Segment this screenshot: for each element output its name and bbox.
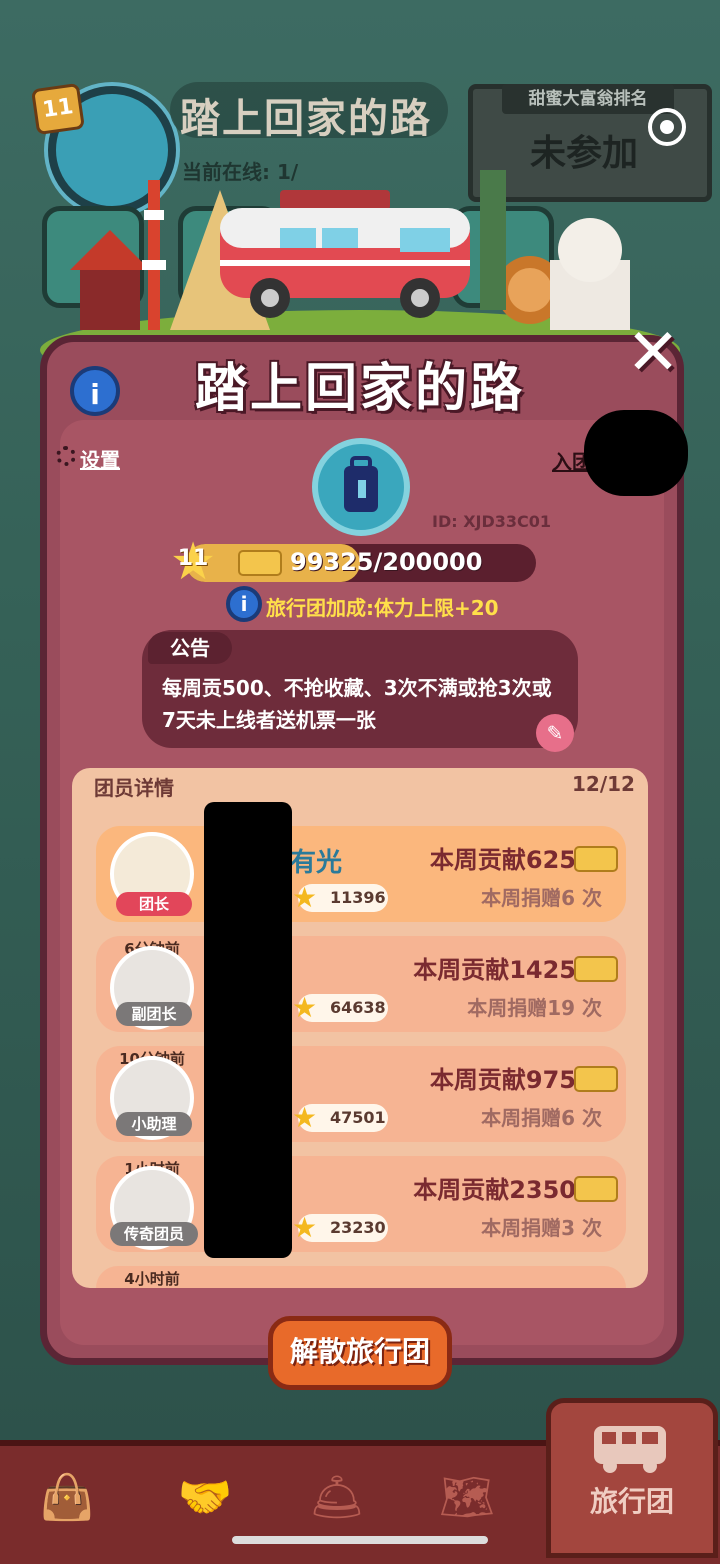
member-contribution: 本周贡献625: [429, 846, 576, 874]
bg-team-title: 踏上回家的路: [180, 96, 432, 142]
team-avatar: [312, 438, 410, 536]
info-icon[interactable]: i: [70, 366, 120, 416]
member-name: 有光: [290, 848, 343, 878]
member-donations: 本周捐赠3 次: [481, 1216, 602, 1240]
team-id: ID: XJD33C01: [432, 512, 552, 531]
service-bell-icon[interactable]: 🛎: [290, 1458, 384, 1538]
gear-icon[interactable]: [56, 446, 76, 466]
notice-text: 每周贡500、不抢收藏、3次不满或抢3次或7天未上线者送机票一张: [162, 676, 552, 732]
bag-icon[interactable]: 👜: [20, 1458, 114, 1538]
member-contribution: 本周贡献1425: [413, 956, 576, 984]
map-icon[interactable]: 🗺: [420, 1458, 514, 1538]
plane-ticket-icon: [574, 846, 618, 872]
star-icon: ★: [292, 991, 318, 1024]
members-header: 团员详情: [94, 776, 174, 800]
home-indicator[interactable]: [232, 1536, 488, 1544]
nav-label-travel-group: 旅行团: [589, 1485, 674, 1518]
member-donations: 本周捐赠6 次: [481, 886, 602, 910]
close-icon[interactable]: ✕: [620, 320, 686, 386]
plane-ticket-icon: [238, 550, 282, 576]
member-role: 小助理: [116, 1112, 192, 1136]
xp-text: 99325/200000: [290, 548, 483, 576]
plane-ticket-icon: [574, 1066, 618, 1092]
handshake-icon[interactable]: 🤝: [158, 1458, 252, 1538]
member-role: 副团长: [116, 1002, 192, 1026]
ranking-tag: 甜蜜大富翁排名: [502, 84, 674, 114]
members-count: 12/12: [572, 772, 635, 796]
notice-tag: 公告: [148, 632, 232, 664]
camper-van-illustration: [220, 190, 470, 318]
team-level: 11: [177, 546, 209, 571]
team-bonus: 旅行团加成:体力上限+20: [266, 596, 499, 620]
plane-ticket-icon: [574, 956, 618, 982]
star-icon: ★: [292, 1211, 318, 1244]
plane-ticket-icon: [574, 1176, 618, 1202]
redaction-mark: [584, 410, 688, 496]
member-role: 传奇团员: [110, 1222, 198, 1246]
member-contribution: 本周贡献2350: [413, 1176, 576, 1204]
bus-icon: [594, 1426, 666, 1473]
dissolve-team-button[interactable]: 解散旅行团: [268, 1316, 452, 1390]
member-last-online: 4小时前: [124, 1270, 180, 1288]
member-contribution: 本周贡献975: [429, 1066, 576, 1094]
member-donations: 本周捐赠19 次: [467, 996, 602, 1020]
edit-icon[interactable]: ✎: [536, 714, 574, 752]
member-score: 47501: [330, 1108, 386, 1127]
member-score: 11396: [330, 888, 386, 907]
level-badge-bg: 11: [31, 82, 85, 136]
suitcase-icon: [344, 456, 378, 512]
redaction-block: [204, 802, 292, 1258]
settings-link[interactable]: 设置: [80, 444, 120, 473]
star-icon: ★: [292, 1101, 318, 1134]
member-score: 64638: [330, 998, 386, 1017]
member-donations: 本周捐赠6 次: [481, 1106, 602, 1130]
bonus-info-icon[interactable]: i: [226, 586, 262, 622]
record-dot: [660, 120, 674, 134]
star-icon: ★: [292, 881, 318, 914]
member-score: 23230: [330, 1218, 386, 1237]
member-role: 团长: [116, 892, 192, 916]
